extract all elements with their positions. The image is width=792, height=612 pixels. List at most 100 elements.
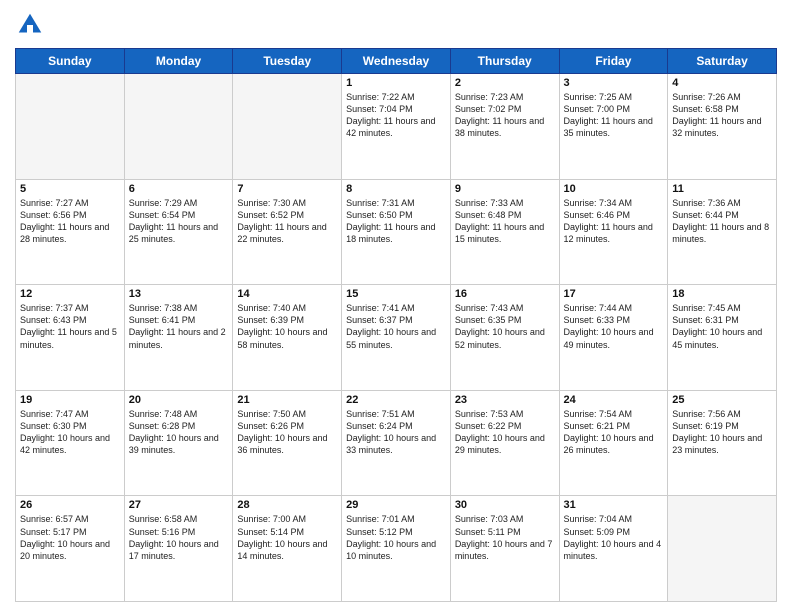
cell-info: Sunrise: 7:38 AM Sunset: 6:41 PM Dayligh… <box>129 302 229 351</box>
calendar-week-4: 19 Sunrise: 7:47 AM Sunset: 6:30 PM Dayli… <box>16 390 777 496</box>
cell-info: Sunrise: 7:37 AM Sunset: 6:43 PM Dayligh… <box>20 302 120 351</box>
cell-info: Sunrise: 7:43 AM Sunset: 6:35 PM Dayligh… <box>455 302 555 351</box>
cell-info: Sunrise: 7:22 AM Sunset: 7:04 PM Dayligh… <box>346 91 446 140</box>
day-number: 15 <box>346 288 446 300</box>
calendar-cell: 2Sunrise: 7:23 AM Sunset: 7:02 PM Daylig… <box>450 74 559 180</box>
calendar-cell: 22Sunrise: 7:51 AM Sunset: 6:24 PM Dayli… <box>342 390 451 496</box>
day-header-friday: Friday <box>559 49 668 74</box>
day-number: 27 <box>129 499 229 511</box>
day-number: 8 <box>346 183 446 195</box>
calendar-cell: 31 Sunrise: 7:04 AM Sunset: 5:09 PM Dayli… <box>559 496 668 602</box>
cell-info: Sunrise: 7:36 AM Sunset: 6:44 PM Dayligh… <box>672 197 772 246</box>
calendar-header-row: SundayMondayTuesdayWednesdayThursdayFrid… <box>16 49 777 74</box>
calendar-cell: 15 Sunrise: 7:41 AM Sunset: 6:37 PM Dayli… <box>342 285 451 391</box>
day-number: 4 <box>672 77 772 89</box>
calendar-cell: 20 Sunrise: 7:48 AM Sunset: 6:28 PM Dayli… <box>124 390 233 496</box>
day-number: 26 <box>20 499 120 511</box>
calendar-cell: 8Sunrise: 7:31 AM Sunset: 6:50 PM Daylig… <box>342 179 451 285</box>
calendar-cell: 26 Sunrise: 6:57 AM Sunset: 5:17 PM Dayli… <box>16 496 125 602</box>
cell-info: Sunrise: 7:29 AM Sunset: 6:54 PM Dayligh… <box>129 197 229 246</box>
day-number: 19 <box>20 394 120 406</box>
day-number: 14 <box>237 288 337 300</box>
calendar-cell: 1 Sunrise: 7:22 AM Sunset: 7:04 PM Daylig… <box>342 74 451 180</box>
cell-info: Sunrise: 7:33 AM Sunset: 6:48 PM Dayligh… <box>455 197 555 246</box>
day-number: 12 <box>20 288 120 300</box>
day-number: 3 <box>564 77 664 89</box>
cell-info: Sunrise: 7:50 AM Sunset: 6:26 PM Dayligh… <box>237 408 337 457</box>
calendar-cell: 7 Sunrise: 7:30 AM Sunset: 6:52 PM Daylig… <box>233 179 342 285</box>
cell-info: Sunrise: 7:40 AM Sunset: 6:39 PM Dayligh… <box>237 302 337 351</box>
cell-info: Sunrise: 7:26 AM Sunset: 6:58 PM Dayligh… <box>672 91 772 140</box>
cell-info: Sunrise: 7:51 AM Sunset: 6:24 PM Dayligh… <box>346 408 446 457</box>
calendar-cell: 11 Sunrise: 7:36 AM Sunset: 6:44 PM Dayli… <box>668 179 777 285</box>
cell-info: Sunrise: 7:47 AM Sunset: 6:30 PM Dayligh… <box>20 408 120 457</box>
cell-info: Sunrise: 7:27 AM Sunset: 6:56 PM Dayligh… <box>20 197 120 246</box>
cell-info: Sunrise: 7:34 AM Sunset: 6:46 PM Dayligh… <box>564 197 664 246</box>
day-header-wednesday: Wednesday <box>342 49 451 74</box>
day-number: 31 <box>564 499 664 511</box>
day-number: 28 <box>237 499 337 511</box>
cell-info: Sunrise: 7:45 AM Sunset: 6:31 PM Dayligh… <box>672 302 772 351</box>
cell-info: Sunrise: 7:54 AM Sunset: 6:21 PM Dayligh… <box>564 408 664 457</box>
calendar-week-1: 1 Sunrise: 7:22 AM Sunset: 7:04 PM Daylig… <box>16 74 777 180</box>
day-number: 17 <box>564 288 664 300</box>
cell-info: Sunrise: 7:04 AM Sunset: 5:09 PM Dayligh… <box>564 513 664 562</box>
day-number: 5 <box>20 183 120 195</box>
calendar-cell: 14 Sunrise: 7:40 AM Sunset: 6:39 PM Dayli… <box>233 285 342 391</box>
calendar-cell <box>124 74 233 180</box>
calendar-cell: 27 Sunrise: 6:58 AM Sunset: 5:16 PM Dayli… <box>124 496 233 602</box>
day-number: 1 <box>346 77 446 89</box>
calendar-cell: 28 Sunrise: 7:00 AM Sunset: 5:14 PM Dayli… <box>233 496 342 602</box>
calendar-cell: 9 Sunrise: 7:33 AM Sunset: 6:48 PM Daylig… <box>450 179 559 285</box>
calendar-cell: 16Sunrise: 7:43 AM Sunset: 6:35 PM Dayli… <box>450 285 559 391</box>
day-number: 2 <box>455 77 555 89</box>
logo-icon <box>15 10 45 40</box>
day-number: 20 <box>129 394 229 406</box>
calendar-cell: 12 Sunrise: 7:37 AM Sunset: 6:43 PM Dayli… <box>16 285 125 391</box>
day-number: 13 <box>129 288 229 300</box>
calendar-cell: 4 Sunrise: 7:26 AM Sunset: 6:58 PM Daylig… <box>668 74 777 180</box>
calendar-week-3: 12 Sunrise: 7:37 AM Sunset: 6:43 PM Dayli… <box>16 285 777 391</box>
cell-info: Sunrise: 6:58 AM Sunset: 5:16 PM Dayligh… <box>129 513 229 562</box>
cell-info: Sunrise: 7:01 AM Sunset: 5:12 PM Dayligh… <box>346 513 446 562</box>
cell-info: Sunrise: 7:44 AM Sunset: 6:33 PM Dayligh… <box>564 302 664 351</box>
day-header-monday: Monday <box>124 49 233 74</box>
calendar-table: SundayMondayTuesdayWednesdayThursdayFrid… <box>15 48 777 602</box>
calendar-cell: 21 Sunrise: 7:50 AM Sunset: 6:26 PM Dayli… <box>233 390 342 496</box>
day-number: 18 <box>672 288 772 300</box>
calendar-cell <box>233 74 342 180</box>
calendar-cell: 19 Sunrise: 7:47 AM Sunset: 6:30 PM Dayli… <box>16 390 125 496</box>
calendar-cell: 5 Sunrise: 7:27 AM Sunset: 6:56 PM Daylig… <box>16 179 125 285</box>
calendar-week-5: 26 Sunrise: 6:57 AM Sunset: 5:17 PM Dayli… <box>16 496 777 602</box>
cell-info: Sunrise: 7:41 AM Sunset: 6:37 PM Dayligh… <box>346 302 446 351</box>
calendar-cell <box>668 496 777 602</box>
calendar-cell: 24Sunrise: 7:54 AM Sunset: 6:21 PM Dayli… <box>559 390 668 496</box>
calendar-week-2: 5 Sunrise: 7:27 AM Sunset: 6:56 PM Daylig… <box>16 179 777 285</box>
header <box>15 10 777 40</box>
calendar-cell: 18 Sunrise: 7:45 AM Sunset: 6:31 PM Dayli… <box>668 285 777 391</box>
cell-info: Sunrise: 7:00 AM Sunset: 5:14 PM Dayligh… <box>237 513 337 562</box>
cell-info: Sunrise: 7:48 AM Sunset: 6:28 PM Dayligh… <box>129 408 229 457</box>
day-number: 29 <box>346 499 446 511</box>
calendar-cell: 25Sunrise: 7:56 AM Sunset: 6:19 PM Dayli… <box>668 390 777 496</box>
cell-info: Sunrise: 7:53 AM Sunset: 6:22 PM Dayligh… <box>455 408 555 457</box>
day-number: 10 <box>564 183 664 195</box>
calendar-cell: 3 Sunrise: 7:25 AM Sunset: 7:00 PM Daylig… <box>559 74 668 180</box>
cell-info: Sunrise: 6:57 AM Sunset: 5:17 PM Dayligh… <box>20 513 120 562</box>
page: SundayMondayTuesdayWednesdayThursdayFrid… <box>0 0 792 612</box>
calendar-cell: 30Sunrise: 7:03 AM Sunset: 5:11 PM Dayli… <box>450 496 559 602</box>
day-header-sunday: Sunday <box>16 49 125 74</box>
day-number: 30 <box>455 499 555 511</box>
calendar-cell: 23Sunrise: 7:53 AM Sunset: 6:22 PM Dayli… <box>450 390 559 496</box>
day-number: 9 <box>455 183 555 195</box>
calendar-cell: 6 Sunrise: 7:29 AM Sunset: 6:54 PM Daylig… <box>124 179 233 285</box>
day-number: 11 <box>672 183 772 195</box>
day-number: 7 <box>237 183 337 195</box>
calendar-cell: 10 Sunrise: 7:34 AM Sunset: 6:46 PM Dayli… <box>559 179 668 285</box>
calendar-cell <box>16 74 125 180</box>
day-number: 25 <box>672 394 772 406</box>
cell-info: Sunrise: 7:25 AM Sunset: 7:00 PM Dayligh… <box>564 91 664 140</box>
cell-info: Sunrise: 7:30 AM Sunset: 6:52 PM Dayligh… <box>237 197 337 246</box>
day-number: 6 <box>129 183 229 195</box>
day-number: 21 <box>237 394 337 406</box>
